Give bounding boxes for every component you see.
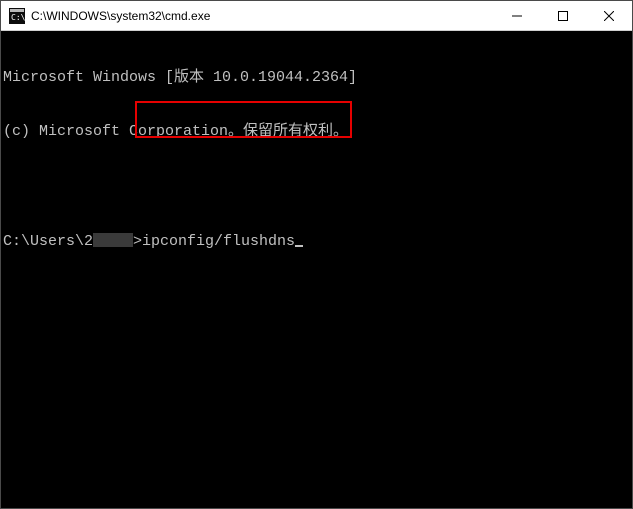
command-text: ipconfig/flushdns xyxy=(142,233,295,251)
cursor-icon xyxy=(295,245,303,247)
titlebar[interactable]: C:\ C:\WINDOWS\system32\cmd.exe xyxy=(1,1,632,31)
window-title: C:\WINDOWS\system32\cmd.exe xyxy=(31,9,494,23)
terminal-line-1: Microsoft Windows [版本 10.0.19044.2364] xyxy=(3,69,632,87)
cmd-window: C:\ C:\WINDOWS\system32\cmd.exe Microsof… xyxy=(0,0,633,509)
terminal-line-2: (c) Microsoft Corporation。保留所有权利。 xyxy=(3,123,632,141)
terminal-blank-line xyxy=(3,177,632,195)
terminal-prompt-line: C:\Users\2 >ipconfig/flushdns xyxy=(3,231,632,251)
svg-text:C:\: C:\ xyxy=(11,13,25,22)
prompt-prefix: C:\Users\2 xyxy=(3,233,93,251)
terminal-area[interactable]: Microsoft Windows [版本 10.0.19044.2364] (… xyxy=(1,31,632,508)
minimize-button[interactable] xyxy=(494,1,540,30)
redacted-username xyxy=(93,233,133,247)
window-controls xyxy=(494,1,632,30)
maximize-button[interactable] xyxy=(540,1,586,30)
cmd-icon: C:\ xyxy=(9,8,25,24)
close-button[interactable] xyxy=(586,1,632,30)
prompt-suffix: > xyxy=(133,233,142,251)
